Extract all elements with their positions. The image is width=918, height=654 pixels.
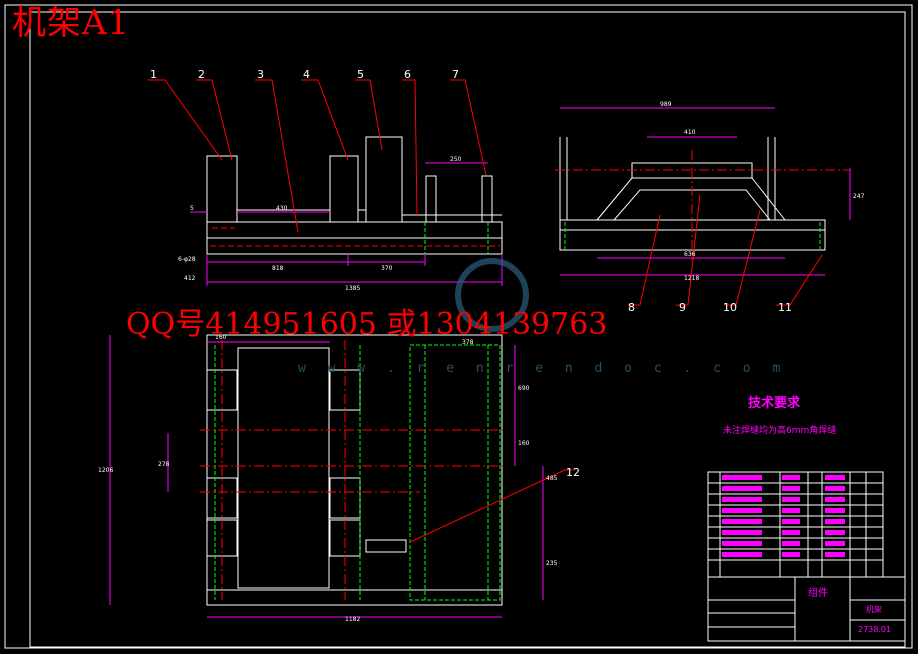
callout-9: 9 (679, 301, 686, 314)
callout-5: 5 (357, 68, 364, 81)
dim-plan-160b: 160 (518, 440, 530, 447)
dim-side-1218: 1218 (684, 275, 699, 282)
dim-plan-690: 690 (518, 385, 530, 392)
watermark-contact: QQ号414951605 或1304139763 (126, 307, 608, 342)
title-block-assembly: 组件 (808, 586, 828, 599)
callout-4: 4 (303, 68, 310, 81)
dim-front-5: 5 (190, 205, 194, 212)
dim-plan-485: 485 (546, 475, 558, 482)
callout-1: 1 (150, 68, 157, 81)
dim-side-636: 636 (684, 251, 696, 258)
front-view-hidden (210, 227, 500, 247)
dim-front-370: 370 (381, 265, 393, 272)
frame-title: 机架A1 (12, 3, 131, 43)
front-view (206, 136, 503, 255)
dim-front-holes: 6-φ28 (178, 256, 196, 263)
callout-labels: 1 2 3 4 5 6 7 8 9 10 11 12 (150, 68, 792, 479)
front-view-leaders (148, 79, 487, 233)
dim-side-989: 989 (660, 101, 672, 108)
dim-front-1385: 1385 (345, 285, 360, 292)
dim-front-818: 818 (272, 265, 284, 272)
side-view-center (555, 150, 850, 260)
technical-requirements-text: 未注焊缝均为高6mm角焊缝 (723, 426, 837, 436)
callout-3: 3 (257, 68, 264, 81)
callout-12: 12 (566, 466, 580, 479)
dim-side-410: 410 (684, 129, 696, 136)
dim-plan-1182: 1182 (345, 616, 360, 623)
dim-plan-235: 235 (546, 560, 558, 567)
callout-10: 10 (723, 301, 737, 314)
plan-view-dims (109, 335, 544, 618)
title-block-drawing-number: 2738.01 (858, 625, 891, 634)
dim-front-250: 250 (450, 156, 462, 163)
dim-side-247: 247 (853, 193, 865, 200)
plan-view-green (214, 344, 501, 601)
title-block-part-name: 机架 (866, 604, 882, 614)
technical-requirements-title: 技术要求 (748, 396, 801, 411)
callout-11: 11 (778, 301, 792, 314)
callout-6: 6 (404, 68, 411, 81)
dim-front-412: 412 (184, 275, 196, 282)
plan-view-center (200, 340, 505, 600)
callout-7: 7 (452, 68, 459, 81)
dim-front-430: 430 (276, 205, 288, 212)
callout-2: 2 (198, 68, 205, 81)
callout-8: 8 (628, 301, 635, 314)
dim-plan-278: 278 (158, 461, 170, 468)
watermark-site: w w w . r e n r e n d o c . c o m (298, 361, 788, 376)
dim-plan-1206: 1206 (98, 467, 113, 474)
